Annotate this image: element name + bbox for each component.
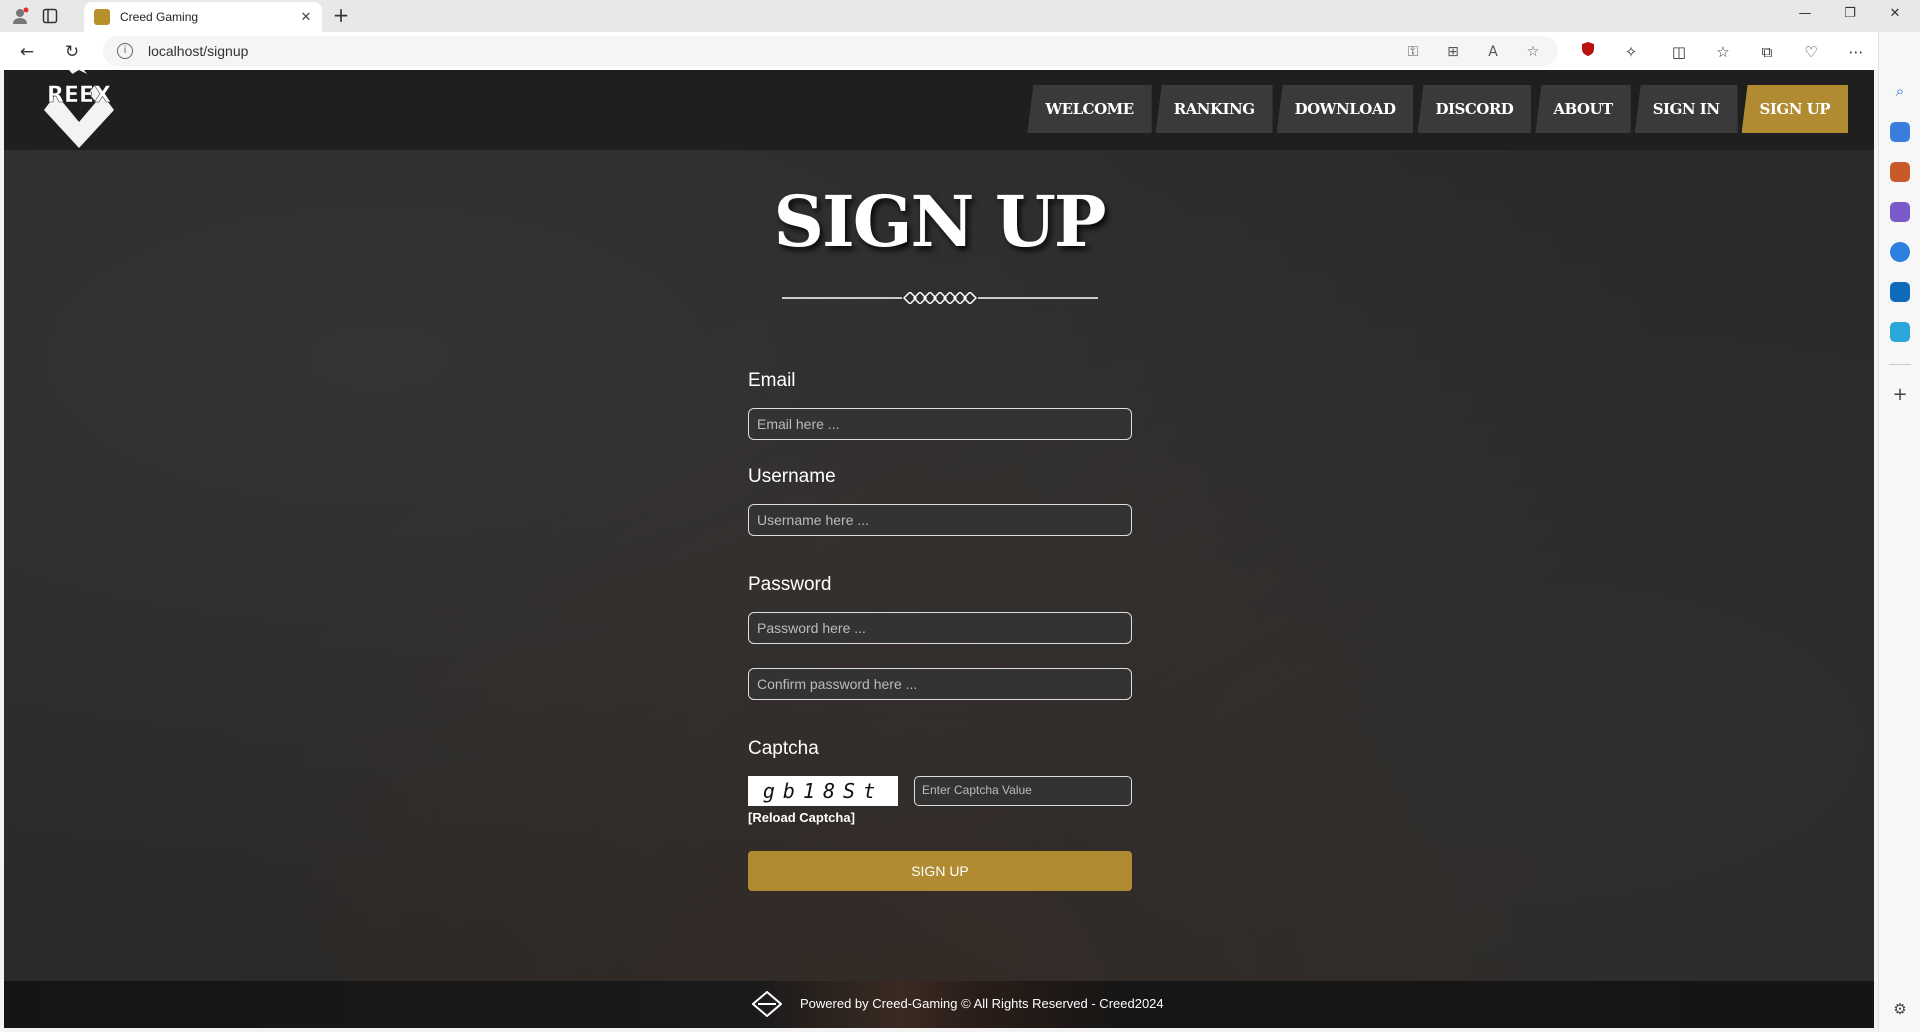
confirm-password-placeholder: Confirm password here ... [757, 676, 918, 692]
menu-item-welcome[interactable]: Welcome [1027, 85, 1152, 133]
page-viewport: REEX Welcome Ranking Download Discord Ab… [4, 70, 1874, 1028]
email-label: Email [748, 370, 796, 391]
username-field[interactable]: Username here ... [748, 504, 1132, 536]
reload-captcha-link[interactable]: [Reload Captcha] [748, 810, 855, 825]
sign-up-button[interactable]: SIGN UP [748, 851, 1132, 891]
address-url: localhost/signup [148, 43, 249, 59]
shopping-tag-icon[interactable] [1890, 122, 1910, 142]
search-icon[interactable]: ⌕ [1890, 82, 1910, 102]
shield-extension-icon[interactable] [1577, 41, 1599, 63]
outlook-icon[interactable] [1890, 282, 1910, 302]
browser-tab[interactable]: Creed Gaming ✕ [84, 2, 322, 32]
menu-item-discord[interactable]: Discord [1417, 85, 1532, 133]
username-placeholder: Username here ... [757, 512, 870, 528]
tab-title: Creed Gaming [120, 10, 199, 24]
ornament-divider [782, 292, 1098, 304]
site-header: REEX Welcome Ranking Download Discord Ab… [4, 70, 1874, 150]
tab-favicon-icon [94, 9, 110, 25]
favorite-star-icon[interactable]: ☆ [1523, 42, 1543, 62]
email-placeholder: Email here ... [757, 416, 840, 432]
extensions-icon[interactable]: ✧ [1620, 41, 1642, 63]
menu-item-download[interactable]: Download [1276, 85, 1414, 133]
app-available-icon[interactable]: ⊞ [1443, 42, 1463, 62]
logo-text: REEX [47, 83, 111, 108]
email-field[interactable]: Email here ... [748, 408, 1132, 440]
drop-icon[interactable] [1890, 322, 1910, 342]
games-icon[interactable] [1890, 202, 1910, 222]
new-tab-icon[interactable]: + [330, 5, 352, 27]
footer-logo-icon [752, 991, 782, 1017]
browser-tab-bar: Creed Gaming ✕ + — ❐ ✕ [0, 0, 1920, 32]
site-footer: Powered by Creed-Gaming © All Rights Res… [4, 981, 1874, 1028]
workspaces-icon[interactable] [40, 6, 60, 26]
captcha-image: gb18St [748, 776, 898, 806]
browser-toolbar: ← ↻ i localhost/signup ⚿ ⊞ A ☆ ✧ ◫ ☆ ⧉ ♡… [0, 32, 1920, 70]
split-screen-icon[interactable]: ◫ [1668, 41, 1690, 63]
settings-gear-icon[interactable]: ⚙ [1890, 1000, 1910, 1020]
menu-item-sign-in[interactable]: Sign In [1634, 85, 1738, 133]
footer-copyright: Powered by Creed-Gaming © All Rights Res… [800, 996, 1164, 1011]
browser-sidebar: ⌕ + ⚙ [1878, 32, 1920, 1032]
site-logo-icon[interactable]: REEX [24, 70, 134, 150]
performance-icon[interactable]: ♡ [1800, 41, 1822, 63]
main-menu: Welcome Ranking Download Discord About S… [1023, 85, 1848, 133]
address-bar[interactable]: i localhost/signup ⚿ ⊞ A ☆ [103, 36, 1558, 66]
username-label: Username [748, 466, 836, 487]
microsoft-365-icon[interactable] [1890, 242, 1910, 262]
site-info-icon[interactable]: i [117, 43, 133, 59]
password-field[interactable]: Password here ... [748, 612, 1132, 644]
sidebar-divider [1889, 364, 1911, 365]
read-aloud-icon[interactable]: A [1483, 42, 1503, 62]
password-label: Password [748, 574, 832, 595]
captcha-input[interactable]: Enter Captcha Value [914, 776, 1132, 806]
tab-close-icon[interactable]: ✕ [296, 10, 316, 25]
password-placeholder: Password here ... [757, 620, 866, 636]
tools-icon[interactable] [1890, 162, 1910, 182]
favorites-icon[interactable]: ☆ [1712, 41, 1734, 63]
minimize-icon[interactable]: — [1790, 6, 1820, 26]
menu-item-ranking[interactable]: Ranking [1155, 85, 1273, 133]
menu-item-sign-up[interactable]: Sign Up [1741, 85, 1848, 133]
title-block: SIGN UP [4, 180, 1874, 304]
key-icon[interactable]: ⚿ [1403, 42, 1423, 62]
page-title: SIGN UP [773, 180, 1106, 263]
collections-icon[interactable]: ⧉ [1756, 41, 1778, 63]
profile-icon[interactable] [10, 6, 30, 26]
reload-icon[interactable]: ↻ [61, 41, 83, 63]
restore-icon[interactable]: ❐ [1835, 6, 1865, 26]
confirm-password-field[interactable]: Confirm password here ... [748, 668, 1132, 700]
back-icon[interactable]: ← [16, 41, 38, 63]
more-menu-icon[interactable]: ⋯ [1845, 41, 1867, 63]
captcha-label: Captcha [748, 738, 819, 759]
add-icon[interactable]: + [1890, 384, 1910, 405]
window-close-icon[interactable]: ✕ [1880, 6, 1910, 26]
menu-item-about[interactable]: About [1535, 85, 1631, 133]
